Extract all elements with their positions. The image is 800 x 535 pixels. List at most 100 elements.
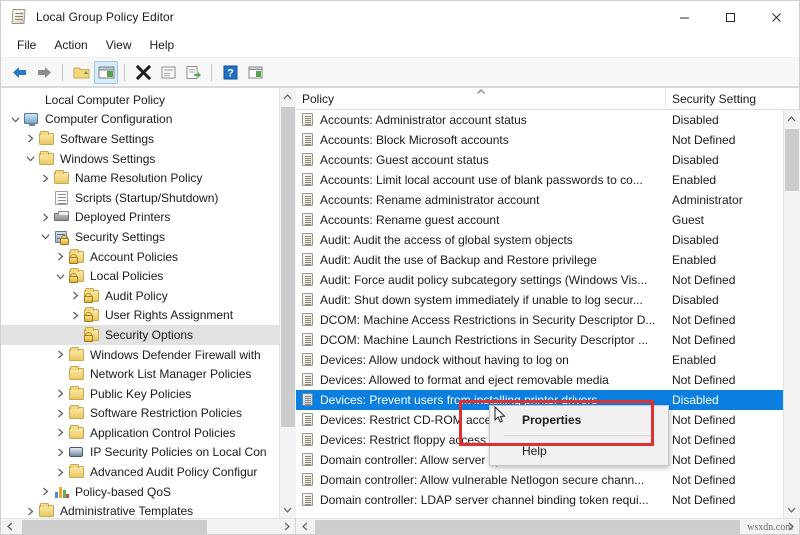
menu-view[interactable]: View bbox=[97, 35, 141, 55]
table-row[interactable]: Audit: Shut down system immediately if u… bbox=[296, 290, 783, 310]
tree-item-application-control-policies[interactable]: Application Control Policies bbox=[1, 423, 279, 443]
menu-file[interactable]: File bbox=[8, 35, 45, 55]
chevron-right-icon[interactable] bbox=[37, 484, 53, 500]
close-icon[interactable] bbox=[753, 1, 799, 33]
maximize-icon[interactable] bbox=[707, 1, 753, 33]
properties-icon[interactable] bbox=[156, 61, 180, 84]
table-row[interactable]: Accounts: Guest account status Disabled bbox=[296, 150, 783, 170]
chevron-right-icon[interactable] bbox=[67, 307, 83, 323]
table-row[interactable]: Accounts: Rename guest account Guest bbox=[296, 210, 783, 230]
tree-item-software-settings[interactable]: Software Settings bbox=[1, 129, 279, 149]
minimize-icon[interactable] bbox=[661, 1, 707, 33]
table-row[interactable]: Accounts: Rename administrator account Ad… bbox=[296, 190, 783, 210]
chevron-right-icon[interactable] bbox=[67, 288, 83, 304]
tree-item-local-policies[interactable]: Local Policies bbox=[1, 266, 279, 286]
tree-item-policy-based-qos[interactable]: Policy-based QoS bbox=[1, 482, 279, 502]
tree-item-advanced-audit-policy-configur[interactable]: Advanced Audit Policy Configur bbox=[1, 462, 279, 482]
tree-item-security-settings[interactable]: Security Settings bbox=[1, 227, 279, 247]
cell-policy: Devices: Allow undock without having to … bbox=[296, 353, 666, 367]
chevron-right-icon[interactable] bbox=[52, 386, 68, 402]
scroll-down-icon[interactable] bbox=[783, 501, 800, 518]
cell-policy: Accounts: Rename guest account bbox=[296, 213, 666, 227]
tree-vertical-scrollbar[interactable] bbox=[279, 88, 296, 518]
tree-item-scripts-startup-shutdown[interactable]: Scripts (Startup/Shutdown) bbox=[1, 188, 279, 208]
context-menu[interactable]: Properties Help bbox=[489, 405, 669, 466]
chevron-down-icon[interactable] bbox=[37, 229, 53, 245]
tree-scroll-thumb[interactable] bbox=[280, 107, 295, 427]
tree-item-public-key-policies[interactable]: Public Key Policies bbox=[1, 384, 279, 404]
tree-item-audit-policy[interactable]: Audit Policy bbox=[1, 286, 279, 306]
table-row[interactable]: Domain controller: LDAP server channel b… bbox=[296, 490, 783, 510]
delete-icon[interactable] bbox=[131, 61, 155, 84]
tree-hscroll-track[interactable] bbox=[18, 519, 278, 535]
table-row[interactable]: Audit: Audit the use of Backup and Resto… bbox=[296, 250, 783, 270]
tree-item-local-computer-policy[interactable]: Local Computer Policy bbox=[1, 90, 279, 110]
table-row[interactable]: Audit: Force audit policy subcategory se… bbox=[296, 270, 783, 290]
scroll-down-icon[interactable] bbox=[279, 501, 296, 518]
policy-tree[interactable]: Local Computer Policy Computer Configurat… bbox=[1, 88, 279, 518]
policy-name: DCOM: Machine Access Restrictions in Sec… bbox=[320, 313, 656, 327]
tree-item-software-restriction-policies[interactable]: Software Restriction Policies bbox=[1, 404, 279, 424]
table-row[interactable]: Accounts: Administrator account status Di… bbox=[296, 110, 783, 130]
tree-horizontal-scrollbar[interactable] bbox=[1, 518, 295, 534]
table-row[interactable]: Accounts: Block Microsoft accounts Not De… bbox=[296, 130, 783, 150]
scroll-left-icon[interactable] bbox=[296, 519, 313, 535]
chevron-right-icon[interactable] bbox=[52, 444, 68, 460]
chevron-right-icon[interactable] bbox=[52, 347, 68, 363]
help-icon[interactable]: ? bbox=[218, 61, 242, 84]
table-row[interactable]: Domain controller: Allow vulnerable Netl… bbox=[296, 470, 783, 490]
chevron-down-icon[interactable] bbox=[7, 111, 23, 127]
scroll-up-icon[interactable] bbox=[783, 110, 800, 127]
context-menu-item-properties[interactable]: Properties bbox=[490, 408, 668, 432]
tree-item-network-list-manager-policies[interactable]: Network List Manager Policies bbox=[1, 364, 279, 384]
list-vertical-scrollbar[interactable] bbox=[783, 110, 800, 518]
tree-scroll-track[interactable] bbox=[279, 105, 296, 501]
chevron-right-icon[interactable] bbox=[37, 209, 53, 225]
chevron-right-icon[interactable] bbox=[52, 425, 68, 441]
column-header-security-setting[interactable]: Security Setting bbox=[666, 88, 799, 109]
menu-action[interactable]: Action bbox=[45, 35, 96, 55]
table-row[interactable]: DCOM: Machine Launch Restrictions in Sec… bbox=[296, 330, 783, 350]
menu-help[interactable]: Help bbox=[141, 35, 184, 55]
table-row[interactable]: Devices: Allowed to format and eject rem… bbox=[296, 370, 783, 390]
tree-item-name-resolution-policy[interactable]: Name Resolution Policy bbox=[1, 168, 279, 188]
tree-item-account-policies[interactable]: Account Policies bbox=[1, 247, 279, 267]
back-icon[interactable] bbox=[7, 61, 31, 84]
chevron-down-icon[interactable] bbox=[22, 151, 38, 167]
tree-item-security-options[interactable]: Security Options bbox=[1, 325, 279, 345]
list-horizontal-scrollbar[interactable] bbox=[296, 518, 799, 534]
list-hscroll-thumb[interactable] bbox=[315, 519, 740, 534]
table-row[interactable]: DCOM: Machine Access Restrictions in Sec… bbox=[296, 310, 783, 330]
table-row[interactable]: Accounts: Limit local account use of bla… bbox=[296, 170, 783, 190]
table-row[interactable]: Audit: Audit the access of global system… bbox=[296, 230, 783, 250]
list-hscroll-track[interactable] bbox=[313, 519, 782, 535]
column-header-policy[interactable]: Policy bbox=[296, 88, 666, 109]
export-list-icon[interactable] bbox=[181, 61, 205, 84]
chevron-right-icon[interactable] bbox=[52, 249, 68, 265]
list-scroll-thumb[interactable] bbox=[784, 129, 799, 191]
list-scroll-track[interactable] bbox=[783, 127, 800, 501]
up-folder-icon[interactable] bbox=[69, 61, 93, 84]
context-menu-item-help[interactable]: Help bbox=[490, 439, 668, 463]
scroll-left-icon[interactable] bbox=[1, 519, 18, 535]
chevron-right-icon[interactable] bbox=[37, 170, 53, 186]
show-hide-pane-icon[interactable] bbox=[243, 61, 267, 84]
scroll-right-icon[interactable] bbox=[278, 519, 295, 535]
tree-item-administrative-templates[interactable]: Administrative Templates bbox=[1, 501, 279, 518]
chevron-right-icon[interactable] bbox=[52, 405, 68, 421]
chevron-right-icon[interactable] bbox=[22, 131, 38, 147]
chevron-right-icon[interactable] bbox=[52, 464, 68, 480]
tree-hscroll-thumb[interactable] bbox=[22, 519, 207, 534]
forward-icon[interactable] bbox=[32, 61, 56, 84]
chevron-right-icon[interactable] bbox=[22, 503, 38, 518]
tree-item-windows-settings[interactable]: Windows Settings bbox=[1, 149, 279, 169]
tree-item-windows-defender-firewall-with[interactable]: Windows Defender Firewall with bbox=[1, 345, 279, 365]
tree-item-deployed-printers[interactable]: Deployed Printers bbox=[1, 208, 279, 228]
chevron-down-icon[interactable] bbox=[52, 268, 68, 284]
table-row[interactable]: Devices: Allow undock without having to … bbox=[296, 350, 783, 370]
scroll-up-icon[interactable] bbox=[279, 88, 296, 105]
tree-item-user-rights-assignment[interactable]: User Rights Assignment bbox=[1, 306, 279, 326]
tree-item-computer-configuration[interactable]: Computer Configuration bbox=[1, 110, 279, 130]
tree-item-ip-security-policies-on-local-con[interactable]: IP Security Policies on Local Con bbox=[1, 443, 279, 463]
show-console-tree-icon[interactable] bbox=[94, 60, 118, 84]
